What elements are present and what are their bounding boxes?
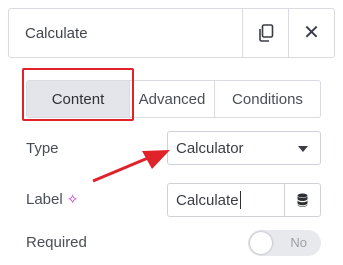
type-label: Type [26,140,59,157]
label-input[interactable]: Calculate [167,183,321,217]
panel-header: Calculate ✕ [8,8,335,58]
label-row: Label ✧ [26,191,78,208]
toggle-knob [250,232,272,254]
sparkle-icon[interactable]: ✧ [67,191,79,208]
text-cursor [239,191,241,209]
close-button[interactable]: ✕ [288,9,334,57]
panel-title: Calculate [25,24,88,42]
required-toggle[interactable]: No [248,230,321,256]
settings-panel: Calculate ✕ Content Advanced Conditions … [0,0,343,265]
label-input-value: Calculate [176,191,239,209]
annotation-arrow [92,150,170,183]
required-label: Required [26,234,87,251]
type-select[interactable]: Calculator [167,131,321,165]
copy-button[interactable] [242,9,288,57]
tab-advanced[interactable]: Advanced [129,81,214,117]
tab-bar: Content Advanced Conditions [26,80,321,118]
dynamic-tags-button[interactable] [284,184,320,216]
tab-content[interactable]: Content [27,81,129,117]
tab-conditions[interactable]: Conditions [214,81,320,117]
toggle-state-text: No [290,235,307,250]
copy-icon [258,24,273,42]
database-icon [297,193,308,207]
chevron-down-icon [298,146,308,152]
type-select-value: Calculator [176,139,244,157]
label-label: Label [26,191,63,208]
close-icon: ✕ [303,22,320,44]
label-input-text[interactable]: Calculate [168,184,284,216]
